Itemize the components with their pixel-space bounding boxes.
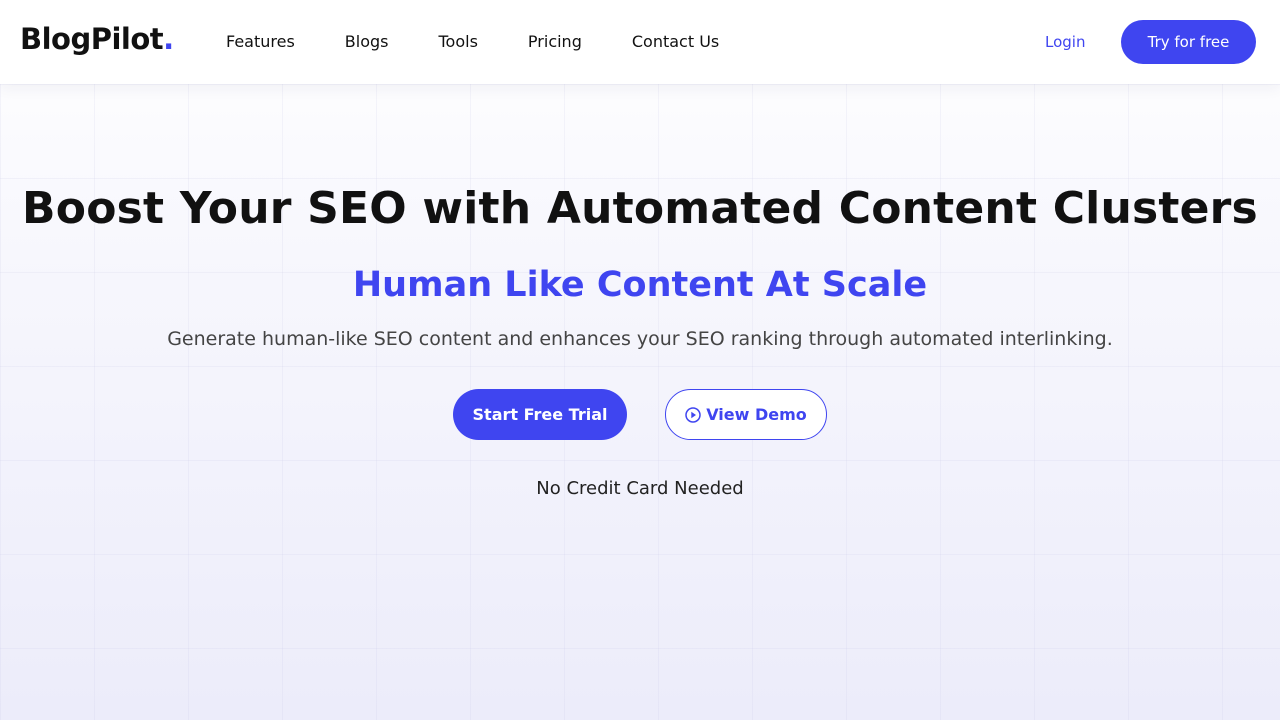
view-demo-label: View Demo [706,405,807,424]
play-circle-icon [685,406,701,423]
try-for-free-button[interactable]: Try for free [1121,20,1256,64]
hero-description: Generate human-like SEO content and enha… [167,328,1113,350]
no-credit-card-note: No Credit Card Needed [536,478,744,499]
brand-dot: . [163,22,174,56]
nav-blogs[interactable]: Blogs [345,31,389,53]
top-navbar: BlogPilot. Features Blogs Tools Pricing … [0,0,1280,84]
nav-pricing[interactable]: Pricing [528,31,582,53]
start-free-trial-button[interactable]: Start Free Trial [453,389,627,440]
hero-subtitle: Human Like Content At Scale [352,265,928,305]
view-demo-button[interactable]: View Demo [665,389,827,440]
brand-logo[interactable]: BlogPilot. [20,22,174,56]
nav-tools[interactable]: Tools [439,31,478,53]
main-nav: Features Blogs Tools Pricing Contact Us [226,31,769,53]
login-link[interactable]: Login [1045,31,1085,53]
nav-contact-us[interactable]: Contact Us [632,31,719,53]
brand-name: BlogPilot [20,22,164,56]
hero-section: Boost Your SEO with Automated Content Cl… [0,0,1280,720]
nav-features[interactable]: Features [226,31,295,53]
hero-title: Boost Your SEO with Automated Content Cl… [22,183,1258,234]
